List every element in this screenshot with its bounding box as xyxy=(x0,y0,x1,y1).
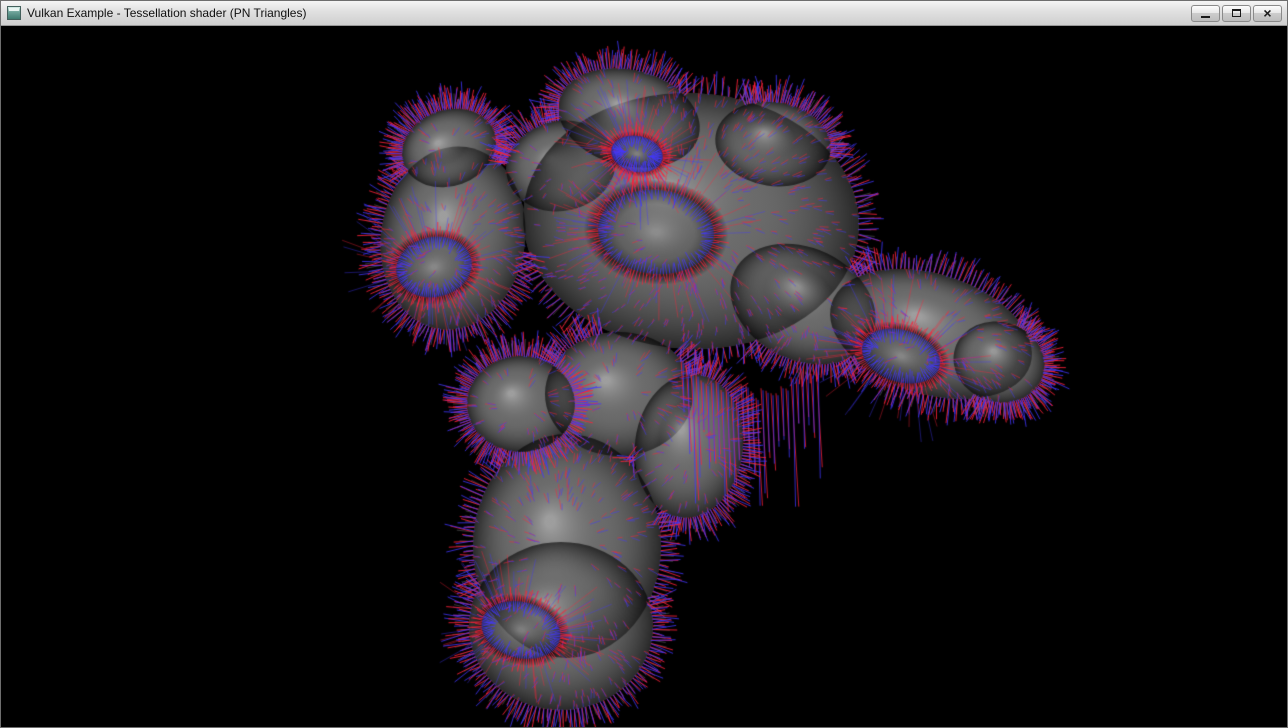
minimize-button[interactable] xyxy=(1191,5,1220,22)
window-title: Vulkan Example - Tessellation shader (PN… xyxy=(27,6,306,20)
maximize-icon xyxy=(1232,9,1241,17)
maximize-button[interactable] xyxy=(1222,5,1251,22)
window-controls: × xyxy=(1191,5,1282,22)
app-window: Vulkan Example - Tessellation shader (PN… xyxy=(0,0,1288,728)
app-icon[interactable] xyxy=(7,6,21,20)
close-icon: × xyxy=(1263,6,1271,21)
title-bar[interactable]: Vulkan Example - Tessellation shader (PN… xyxy=(1,1,1287,26)
render-viewport[interactable] xyxy=(1,26,1287,727)
minimize-icon xyxy=(1201,16,1210,18)
close-button[interactable]: × xyxy=(1253,5,1282,22)
